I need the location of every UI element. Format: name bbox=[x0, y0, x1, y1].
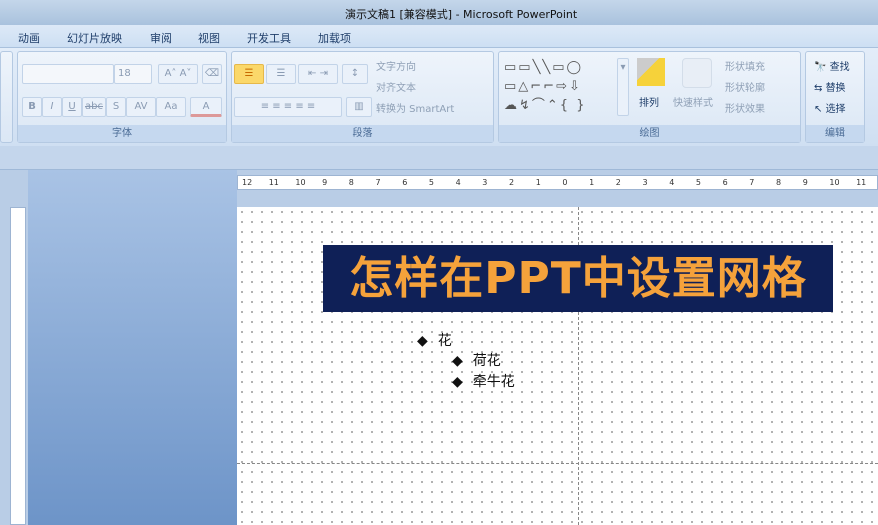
group-label-drawing: 绘图 bbox=[499, 125, 800, 142]
gallery-scroll[interactable]: ▾ bbox=[617, 58, 629, 116]
ruler-tick-label: 10 bbox=[295, 178, 306, 187]
replace-button[interactable]: ⇆ 替换 bbox=[814, 79, 846, 94]
slide-title[interactable]: 怎样在PPT中设置网格 bbox=[323, 245, 833, 312]
tab-developer[interactable]: 开发工具 bbox=[247, 30, 291, 46]
bullet-text: 荷花 bbox=[472, 353, 501, 369]
font-size-select[interactable]: 18 bbox=[114, 64, 152, 84]
diamond-bullet-icon: ◆ bbox=[452, 353, 463, 369]
title-bar: 演示文稿1 [兼容模式] - Microsoft PowerPoint bbox=[0, 0, 878, 25]
window-title: 演示文稿1 [兼容模式] - Microsoft PowerPoint bbox=[345, 8, 578, 21]
quick-styles-icon bbox=[682, 58, 712, 88]
columns-button[interactable]: ▥ bbox=[346, 97, 372, 117]
ruler-tick-label: 2 bbox=[509, 178, 515, 187]
ruler-tick-label: 0 bbox=[562, 178, 568, 187]
ruler-tick-label: 12 bbox=[242, 178, 253, 187]
select-button[interactable]: ↖ 选择 bbox=[814, 100, 846, 115]
tab-view[interactable]: 视图 bbox=[198, 30, 220, 46]
numbering-button[interactable]: ☰ bbox=[266, 64, 296, 84]
select-label: 选择 bbox=[825, 104, 846, 115]
ruler-tick-label: 9 bbox=[322, 178, 328, 187]
ruler-tick-label: 10 bbox=[829, 178, 840, 187]
ruler-tick-label: 6 bbox=[402, 178, 408, 187]
convert-smartart-button[interactable]: 转换为 SmartArt bbox=[376, 100, 454, 115]
indent-buttons[interactable]: ⇤ ⇥ bbox=[298, 64, 338, 84]
ruler-tick-label: 7 bbox=[375, 178, 381, 187]
ruler-tick-label: 3 bbox=[642, 178, 648, 187]
group-paragraph: ☰ ☰ ⇤ ⇥ ↕ 文字方向 对齐文本 转换为 SmartArt ≡ ≡ ≡ ≡… bbox=[231, 51, 494, 143]
ruler-tick-label: 4 bbox=[455, 178, 461, 187]
shapes-gallery[interactable]: ▭▭╲╲▭◯ ▭△⌐⌐⇨⇩ ☁↯⌒⌃{ } bbox=[504, 58, 616, 116]
group-prev bbox=[0, 51, 13, 143]
bullet-item[interactable]: ◆ 花 bbox=[417, 330, 452, 350]
ruler-tick-label: 11 bbox=[268, 178, 279, 187]
ruler-tick-label: 5 bbox=[428, 178, 434, 187]
underline-button[interactable]: U bbox=[62, 97, 82, 117]
alignment-buttons[interactable]: ≡ ≡ ≡ ≡ ≡ bbox=[234, 97, 342, 117]
shadow-button[interactable]: S bbox=[106, 97, 126, 117]
ruler-tick-label: 7 bbox=[749, 178, 755, 187]
change-case-button[interactable]: Aa bbox=[156, 97, 186, 117]
group-label-font: 字体 bbox=[18, 125, 226, 142]
ruler-tick-label: 1 bbox=[589, 178, 595, 187]
ruler-tick-label: 6 bbox=[722, 178, 728, 187]
ruler-tick-label: 11 bbox=[856, 178, 867, 187]
slide-canvas[interactable]: 怎样在PPT中设置网格 ◆ 花 ◆ 荷花 ◆ 牵牛花 bbox=[237, 207, 878, 525]
group-drawing: ▭▭╲╲▭◯ ▭△⌐⌐⇨⇩ ☁↯⌒⌃{ } ▾ 排列 快速样式 形状填充 形状轮廓 … bbox=[498, 51, 801, 143]
group-label-editing: 编辑 bbox=[806, 125, 864, 142]
bold-button[interactable]: B bbox=[22, 97, 42, 117]
group-font: 18 A˄ A˅ ⌫ B I U abc S AV Aa A 字体 bbox=[17, 51, 227, 143]
clear-format-button[interactable]: ⌫ bbox=[202, 64, 222, 84]
char-spacing-button[interactable]: AV bbox=[126, 97, 156, 117]
ribbon-bottom-band bbox=[0, 146, 878, 170]
find-button[interactable]: 🔭 查找 bbox=[814, 58, 850, 73]
ruler-tick-label: 3 bbox=[482, 178, 488, 187]
bullet-item[interactable]: ◆ 牵牛花 bbox=[452, 371, 515, 391]
diamond-bullet-icon: ◆ bbox=[417, 333, 428, 349]
shape-effects-button[interactable]: 形状效果 bbox=[725, 100, 765, 115]
tab-animation[interactable]: 动画 bbox=[18, 30, 40, 46]
ruler-tick-label: 4 bbox=[669, 178, 675, 187]
ruler-tick-label: 5 bbox=[695, 178, 701, 187]
ruler-tick-label: 8 bbox=[348, 178, 354, 187]
grow-shrink-font-button[interactable]: A˄ A˅ bbox=[158, 64, 198, 84]
diamond-bullet-icon: ◆ bbox=[452, 374, 463, 390]
ruler-tick-label: 9 bbox=[802, 178, 808, 187]
vertical-ruler bbox=[10, 207, 26, 525]
replace-label: 替换 bbox=[825, 83, 846, 94]
slides-pane[interactable] bbox=[28, 170, 237, 525]
bullet-text: 花 bbox=[437, 333, 452, 349]
strikethrough-button[interactable]: abc bbox=[82, 97, 106, 117]
ribbon: 18 A˄ A˅ ⌫ B I U abc S AV Aa A 字体 ☰ ☰ ⇤ … bbox=[0, 48, 878, 146]
arrange-button[interactable]: 排列 bbox=[639, 94, 659, 109]
bullets-button[interactable]: ☰ bbox=[234, 64, 264, 84]
tab-slideshow[interactable]: 幻灯片放映 bbox=[67, 30, 122, 46]
arrange-icon bbox=[637, 58, 665, 86]
italic-button[interactable]: I bbox=[42, 97, 62, 117]
tab-review[interactable]: 审阅 bbox=[150, 30, 172, 46]
shape-fill-button[interactable]: 形状填充 bbox=[725, 58, 765, 73]
align-text-button[interactable]: 对齐文本 bbox=[376, 79, 416, 94]
quick-styles-button[interactable]: 快速样式 bbox=[673, 94, 713, 109]
font-name-select[interactable] bbox=[22, 64, 114, 84]
tab-addins[interactable]: 加载项 bbox=[318, 30, 351, 46]
line-spacing-button[interactable]: ↕ bbox=[342, 64, 368, 84]
ruler-tick-label: 1 bbox=[535, 178, 541, 187]
bullet-text: 牵牛花 bbox=[472, 374, 515, 390]
text-direction-button[interactable]: 文字方向 bbox=[376, 58, 416, 73]
ruler-tick-label: 8 bbox=[776, 178, 782, 187]
group-editing: 🔭 查找 ⇆ 替换 ↖ 选择 编辑 bbox=[805, 51, 865, 143]
horizontal-guide[interactable] bbox=[237, 463, 878, 464]
horizontal-ruler: 1211109876543210123456789101112 bbox=[237, 175, 878, 190]
ribbon-tabs: 动画 幻灯片放映 审阅 视图 开发工具 加载项 bbox=[0, 25, 878, 48]
shape-outline-button[interactable]: 形状轮廓 bbox=[725, 79, 765, 94]
find-label: 查找 bbox=[829, 62, 850, 73]
ruler-tick-label: 2 bbox=[615, 178, 621, 187]
group-label-paragraph: 段落 bbox=[232, 125, 493, 142]
bullet-item[interactable]: ◆ 荷花 bbox=[452, 350, 501, 370]
font-color-button[interactable]: A bbox=[190, 97, 222, 117]
